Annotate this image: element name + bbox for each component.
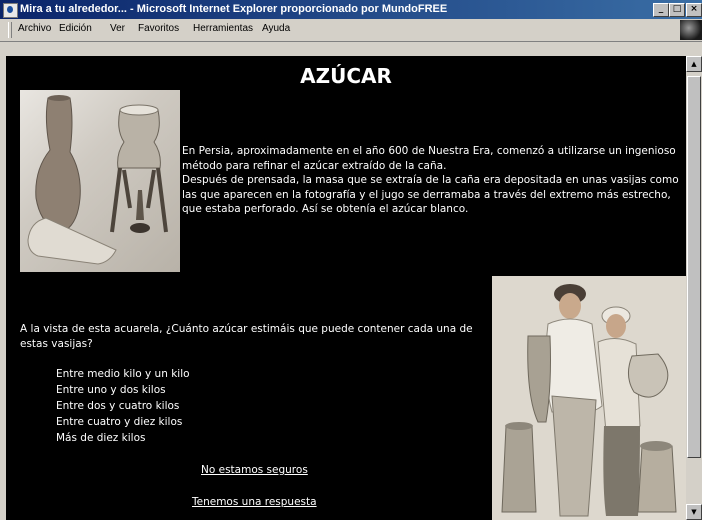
watercolor-illustration	[492, 276, 686, 520]
menu-edicion[interactable]: Edición	[59, 23, 92, 34]
scroll-down-icon[interactable]: ▼	[686, 504, 702, 520]
scroll-thumb[interactable]	[687, 76, 701, 458]
minimize-icon[interactable]: _	[653, 3, 669, 17]
menu-bar: Archivo Edición Ver Favoritos Herramient…	[0, 19, 702, 42]
answer-link[interactable]: Tenemos una respuesta	[192, 496, 317, 508]
toolbar-grip[interactable]	[8, 22, 12, 38]
ie-icon	[3, 3, 18, 18]
options-list: Entre medio kilo y un kilo Entre uno y d…	[56, 366, 190, 446]
window-title: Mira a tu alrededor... - Microsoft Inter…	[20, 3, 448, 15]
window-title-bar[interactable]: Mira a tu alrededor... - Microsoft Inter…	[0, 0, 702, 19]
vessels-photo	[20, 90, 180, 272]
ie-throbber-logo	[680, 20, 702, 40]
menu-archivo[interactable]: Archivo	[18, 23, 51, 34]
page-content: AZÚCAR En Persia, aproximadamente en el …	[6, 56, 686, 520]
menu-favoritos[interactable]: Favoritos	[138, 23, 179, 34]
page-title: AZÚCAR	[300, 64, 392, 88]
toolbar-strip	[0, 42, 702, 56]
option-item: Entre dos y cuatro kilos	[56, 400, 180, 412]
intro-paragraph-1: En Persia, aproximadamente en el año 600…	[182, 145, 676, 172]
vertical-scrollbar[interactable]: ▲ ▼	[686, 56, 702, 520]
unsure-link[interactable]: No estamos seguros	[201, 464, 308, 476]
close-icon[interactable]: ×	[686, 3, 702, 17]
menu-ayuda[interactable]: Ayuda	[262, 23, 290, 34]
menu-herramientas[interactable]: Herramientas	[193, 23, 253, 34]
option-item: Entre medio kilo y un kilo	[56, 368, 190, 380]
question-text: A la vista de esta acuarela, ¿Cuánto azú…	[20, 323, 473, 350]
intro-paragraph: En Persia, aproximadamente en el año 600…	[182, 144, 682, 217]
option-item: Entre uno y dos kilos	[56, 384, 166, 396]
intro-paragraph-2: Después de prensada, la masa que se extr…	[182, 174, 679, 215]
menu-ver[interactable]: Ver	[110, 23, 125, 34]
option-item: Entre cuatro y diez kilos	[56, 416, 183, 428]
option-item: Más de diez kilos	[56, 432, 146, 444]
maximize-icon[interactable]: □	[669, 3, 685, 17]
scroll-up-icon[interactable]: ▲	[686, 56, 702, 72]
